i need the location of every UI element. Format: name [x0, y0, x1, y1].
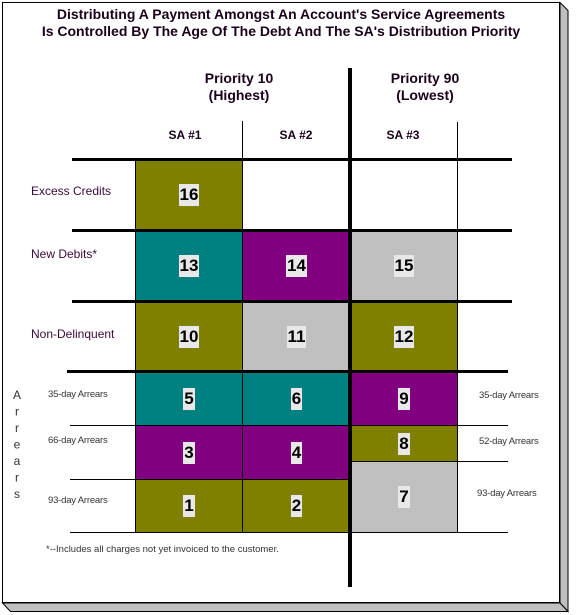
divider-line: [72, 158, 512, 161]
column-header-sa-2: SA #2: [279, 128, 313, 142]
distribution-cell: 9: [350, 371, 458, 426]
row-label-new-debits: New Debits*: [31, 247, 98, 261]
distribution-order: 16: [178, 184, 200, 206]
priority-rank: (Lowest): [396, 87, 454, 103]
distribution-order: 15: [393, 255, 415, 277]
distribution-order: 9: [398, 387, 410, 410]
priority-group-low: Priority 90 (Lowest): [365, 70, 485, 104]
distribution-order: 3: [183, 441, 195, 464]
arrears-label-right: 35-day Arrears: [479, 390, 539, 401]
arrears-label-right: 52-day Arrears: [479, 436, 539, 447]
distribution-cell: 13: [135, 230, 243, 302]
column-divider: [242, 121, 243, 532]
title-line-1: Distributing A Payment Amongst An Accoun…: [56, 6, 506, 22]
priority-divider: [348, 68, 352, 587]
distribution-cell: 15: [350, 230, 458, 302]
distribution-cell: 14: [242, 230, 351, 302]
divider-line: [72, 229, 512, 232]
divider-line: [350, 425, 508, 426]
divider-line: [70, 479, 350, 480]
divider-line: [350, 532, 508, 533]
distribution-order: 13: [178, 255, 200, 277]
distribution-cell: 5: [135, 371, 243, 426]
distribution-order: 7: [398, 486, 410, 508]
priority-rank: (Highest): [208, 87, 270, 103]
priority-name: Priority 10: [204, 70, 274, 86]
distribution-order: 1: [183, 495, 195, 517]
divider-line: [350, 461, 508, 462]
distribution-cell: 11: [242, 301, 351, 372]
distribution-cell: 4: [242, 425, 351, 480]
arrears-label-left: 66-day Arrears: [48, 435, 108, 446]
distribution-order: 8: [398, 432, 410, 455]
column-header-sa-1: SA #1: [168, 128, 202, 142]
distribution-cell: 8: [350, 425, 458, 462]
diagram-title: Distributing A Payment Amongst An Accoun…: [2, 6, 560, 40]
priority-group-high: Priority 10 (Highest): [179, 70, 299, 104]
distribution-order: 4: [290, 441, 303, 464]
arrears-label-left: 35-day Arrears: [48, 389, 108, 400]
distribution-order: 10: [178, 325, 200, 348]
distribution-cell: 12: [350, 301, 458, 372]
distribution-cell: 10: [135, 301, 243, 372]
divider-line: [67, 370, 508, 373]
distribution-order: 2: [290, 495, 303, 517]
arrears-vertical-label: Arrears: [10, 388, 24, 504]
arrears-label-left: 93-day Arrears: [48, 495, 108, 506]
divider-line: [72, 300, 512, 303]
column-divider: [457, 122, 458, 532]
distribution-cell: 2: [242, 479, 351, 533]
distribution-order: 6: [290, 387, 303, 410]
row-label-non-delinquent: Non-Delinquent: [31, 327, 115, 341]
distribution-cell: 1: [135, 479, 243, 533]
title-line-2: Is Controlled By The Age Of The Debt And…: [41, 23, 521, 39]
row-label-excess-credits: Excess Credits: [31, 184, 112, 198]
divider-line: [70, 425, 350, 426]
distribution-order: 11: [286, 325, 307, 348]
distribution-order: 14: [286, 255, 307, 277]
distribution-cell: 3: [135, 425, 243, 480]
distribution-cell: 6: [242, 371, 351, 426]
distribution-order: 5: [183, 387, 195, 410]
footnote: *--Includes all charges not yet invoiced…: [46, 544, 279, 555]
divider-line: [70, 532, 350, 533]
distribution-cell: 16: [135, 159, 243, 231]
frame-shadow-bottom: [1, 602, 570, 612]
priority-name: Priority 90: [390, 70, 460, 86]
arrears-label-right: 93-day Arrears: [477, 488, 537, 499]
column-header-sa-3: SA #3: [386, 128, 420, 142]
distribution-order: 12: [393, 325, 415, 348]
frame-shadow-right: [559, 1, 569, 613]
distribution-cell: 7: [350, 461, 458, 533]
